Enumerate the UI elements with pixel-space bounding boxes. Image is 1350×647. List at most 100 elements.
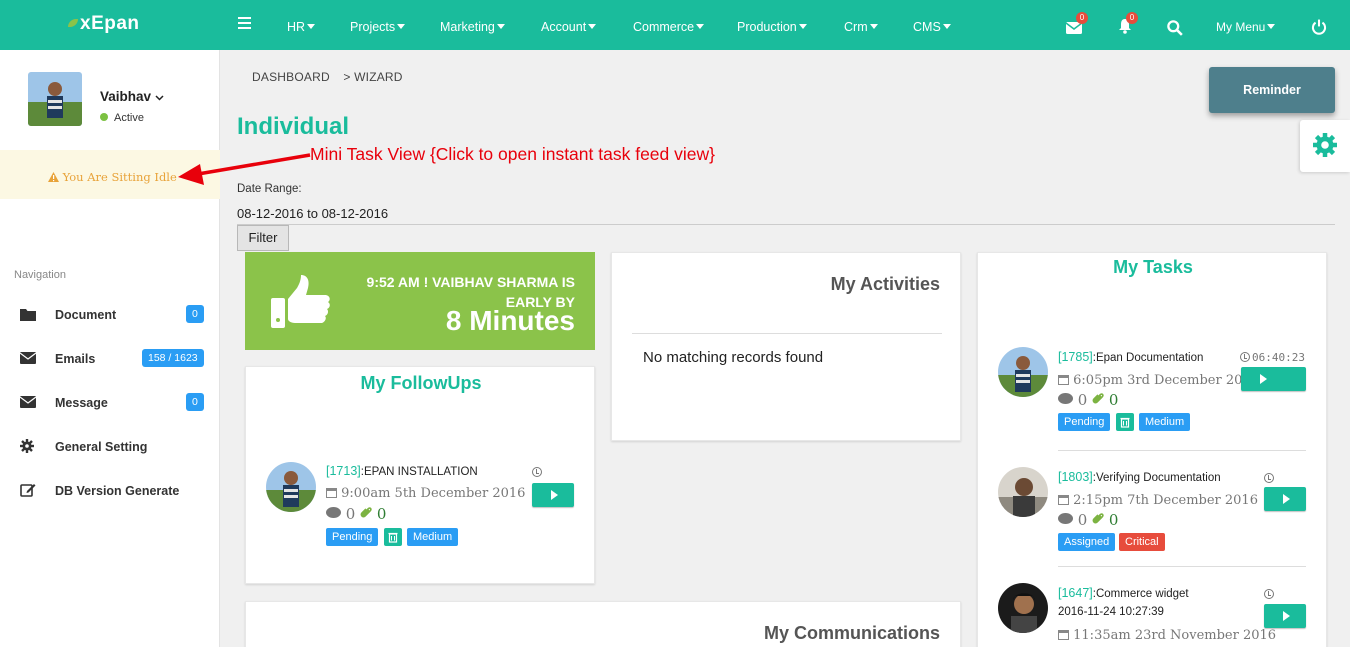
clock-icon <box>1240 352 1250 362</box>
folder-icon <box>20 309 36 321</box>
caret-down-icon <box>397 24 406 29</box>
communications-card: My Communications <box>245 601 961 647</box>
task-timer: 06:40:23 <box>1240 351 1305 364</box>
task-deadline: 9:00am 5th December 2016 <box>326 486 525 501</box>
activities-title: My Activities <box>830 274 940 294</box>
menu-projects[interactable]: Projects <box>350 0 406 50</box>
count-badge: 0 <box>186 305 204 323</box>
comment-icon <box>1058 513 1073 524</box>
task-heading[interactable]: [1803]:Verifying Documentation <box>1058 469 1221 484</box>
sidebar-item-label: Message <box>55 396 108 410</box>
filter-button[interactable]: Filter <box>237 225 289 251</box>
caret-down-icon <box>307 24 316 29</box>
breadcrumb-wizard[interactable]: WIZARD <box>354 70 403 84</box>
edit-icon <box>20 484 36 497</box>
task-deadline: 6:05pm 3rd December 2016 <box>1058 373 1259 388</box>
sidebar-item-label: Emails <box>55 352 96 366</box>
task-counts: 0 0 <box>326 505 386 523</box>
task-deadline: 11:35am 23rd November 2016 <box>1058 628 1276 643</box>
priority-badge: Critical <box>1119 533 1165 551</box>
clock-icon <box>1264 473 1274 483</box>
attendance-minutes: 8 Minutes <box>445 305 575 336</box>
sidebar-item-message[interactable]: Message 0 <box>0 389 220 419</box>
divider <box>632 333 942 334</box>
task-id-link[interactable]: [1647] <box>1058 586 1093 600</box>
date-range-input[interactable]: 08-12-2016 to 08-12-2016 <box>237 206 388 221</box>
menu-account[interactable]: Account <box>541 0 597 50</box>
assignee-avatar <box>998 583 1048 633</box>
calendar-icon <box>1058 495 1069 505</box>
breadcrumb-dashboard[interactable]: DASHBOARD <box>252 70 330 84</box>
user-avatar[interactable] <box>28 72 82 126</box>
task-title: :EPAN INSTALLATION <box>360 466 478 478</box>
sidebar-item-db-version-generate[interactable]: DB Version Generate <box>0 477 220 507</box>
hamburger-menu-icon[interactable] <box>238 17 251 29</box>
divider <box>1058 566 1306 567</box>
task-heading[interactable]: [1647]:Commerce widget <box>1058 585 1189 600</box>
task-id-link[interactable]: [1785] <box>1058 350 1093 364</box>
online-dot-icon <box>100 113 108 121</box>
calendar-icon <box>1058 630 1069 640</box>
caret-down-icon <box>1267 24 1276 29</box>
menu-cms[interactable]: CMS <box>913 0 951 50</box>
play-button[interactable] <box>1264 487 1306 511</box>
sidebar-item-label: Document <box>55 308 117 322</box>
my-menu[interactable]: My Menu <box>1216 0 1276 50</box>
task-created-at: 2016-11-24 10:27:39 <box>1058 606 1164 618</box>
menu-production[interactable]: Production <box>737 0 807 50</box>
sidebar-item-emails[interactable]: Emails 158 / 1623 <box>0 345 220 375</box>
task-heading[interactable]: [1785]:Epan Documentation <box>1058 349 1203 364</box>
app-logo[interactable]: xEpan <box>68 13 140 35</box>
reminder-button[interactable]: Reminder <box>1209 67 1335 113</box>
paperclip-icon <box>360 507 372 518</box>
play-button[interactable] <box>1264 604 1306 628</box>
count-badge: 0 <box>186 393 204 411</box>
status-badge: Pending <box>326 528 379 546</box>
caret-down-icon <box>588 24 597 29</box>
caret-down-icon <box>869 24 878 29</box>
annotation-note: Mini Task View {Click to open instant ta… <box>310 144 715 164</box>
play-button[interactable] <box>532 483 574 507</box>
leaf-icon <box>68 19 78 27</box>
followups-card: My FollowUps [1713]:EPAN INSTALLATION 9:… <box>245 366 595 584</box>
search-icon[interactable] <box>1167 20 1183 36</box>
trash-icon[interactable] <box>1116 413 1134 431</box>
task-id-link[interactable]: [1713] <box>326 464 361 478</box>
menu-marketing[interactable]: Marketing <box>440 0 505 50</box>
play-button[interactable] <box>1241 367 1306 391</box>
gear-icon <box>20 439 34 453</box>
assignee-avatar <box>998 467 1048 517</box>
task-id-link[interactable]: [1803] <box>1058 470 1093 484</box>
settings-tab[interactable] <box>1300 120 1350 172</box>
menu-crm[interactable]: Crm <box>844 0 878 50</box>
followups-title: My FollowUps <box>360 373 482 393</box>
task-title: :Epan Documentation <box>1092 352 1204 364</box>
divider <box>1058 450 1306 451</box>
task-deadline: 2:15pm 7th December 2016 <box>1058 493 1258 508</box>
no-records-message: No matching records found <box>643 349 824 366</box>
caret-down-icon <box>798 24 807 29</box>
paperclip-icon <box>1092 513 1104 524</box>
task-counts: 0 0 <box>1058 511 1118 529</box>
task-title: :Verifying Documentation <box>1092 472 1221 484</box>
mail-count-badge: 0 <box>1076 12 1088 24</box>
chevron-down-icon <box>155 95 164 101</box>
bell-count-badge: 0 <box>1126 12 1138 24</box>
followup-heading[interactable]: [1713]:EPAN INSTALLATION <box>326 463 478 478</box>
menu-hr[interactable]: HR <box>287 0 316 50</box>
caret-down-icon <box>496 24 505 29</box>
menu-commerce[interactable]: Commerce <box>633 0 705 50</box>
priority-badge: Medium <box>407 528 459 546</box>
top-navbar: xEpan HR Projects Marketing Account Comm… <box>0 0 1350 50</box>
power-icon[interactable] <box>1311 19 1327 35</box>
priority-badge: Medium <box>1139 413 1191 431</box>
calendar-icon <box>1058 375 1069 385</box>
user-name-dropdown[interactable]: Vaibhav <box>100 89 164 104</box>
envelope-icon <box>20 396 36 408</box>
trash-icon[interactable] <box>384 528 402 546</box>
breadcrumb-separator: > <box>343 70 351 84</box>
task-title: :Commerce widget <box>1092 588 1189 600</box>
sidebar-item-document[interactable]: Document 0 <box>0 301 220 331</box>
user-status: Active <box>100 112 144 124</box>
sidebar-item-general-setting[interactable]: General Setting <box>0 433 220 463</box>
